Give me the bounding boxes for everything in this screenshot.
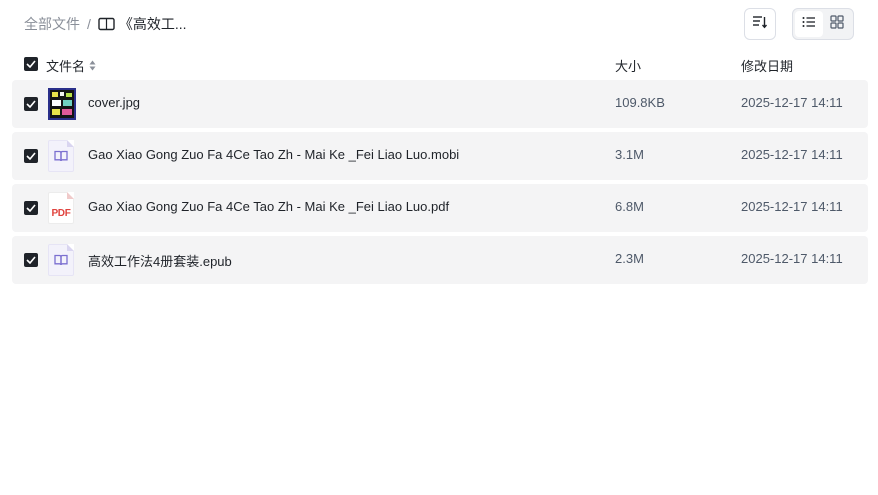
row-checkbox[interactable]: [24, 97, 38, 111]
file-name[interactable]: Gao Xiao Gong Zuo Fa 4Ce Tao Zh - Mai Ke…: [88, 147, 459, 162]
column-header-name-label: 文件名: [46, 59, 86, 74]
sort-button[interactable]: [744, 8, 776, 40]
breadcrumb-current-folder: 《高效工...: [118, 16, 187, 32]
list-view-icon: [802, 15, 816, 33]
file-row[interactable]: Gao Xiao Gong Zuo Fa 4Ce Tao Zh - Mai Ke…: [12, 132, 868, 180]
image-thumbnail: [48, 88, 76, 120]
pdf-label: PDF: [51, 208, 71, 219]
file-row[interactable]: 高效工作法4册套装.epub 2.3M 2025-12-17 14:11: [12, 236, 868, 284]
file-size: 109.8KB: [615, 95, 665, 110]
file-list: cover.jpg 109.8KB 2025-12-17 14:11 Gao X…: [12, 80, 868, 288]
sort-icon: [752, 15, 768, 34]
file-modified-date: 2025-12-17 14:11: [741, 147, 843, 162]
column-header-date[interactable]: 修改日期: [741, 56, 793, 75]
sort-caret-icon: [89, 60, 96, 71]
grid-view-icon: [830, 14, 844, 34]
breadcrumb-separator: /: [87, 16, 91, 32]
list-view-button[interactable]: [795, 11, 823, 37]
breadcrumb: 全部文件 / 《高效工...: [24, 14, 187, 34]
file-row[interactable]: PDF Gao Xiao Gong Zuo Fa 4Ce Tao Zh - Ma…: [12, 184, 868, 232]
file-size: 6.8M: [615, 199, 644, 214]
column-header-name[interactable]: 文件名: [46, 56, 96, 75]
table-header: 文件名 大小 修改日期: [12, 52, 868, 76]
ebook-file-icon: [48, 244, 76, 276]
book-icon: [98, 17, 115, 31]
file-modified-date: 2025-12-17 14:11: [741, 251, 843, 266]
file-name[interactable]: 高效工作法4册套装.epub: [88, 251, 232, 270]
file-name[interactable]: cover.jpg: [88, 95, 140, 110]
view-mode-switch: [792, 8, 854, 40]
file-size: 2.3M: [615, 251, 644, 266]
pdf-file-icon: PDF: [48, 192, 76, 224]
row-checkbox[interactable]: [24, 253, 38, 267]
row-checkbox[interactable]: [24, 149, 38, 163]
file-modified-date: 2025-12-17 14:11: [741, 95, 843, 110]
file-modified-date: 2025-12-17 14:11: [741, 199, 843, 214]
file-row[interactable]: cover.jpg 109.8KB 2025-12-17 14:11: [12, 80, 868, 128]
column-header-size[interactable]: 大小: [615, 56, 641, 75]
breadcrumb-root-link[interactable]: 全部文件: [24, 14, 80, 34]
row-checkbox[interactable]: [24, 201, 38, 215]
file-size: 3.1M: [615, 147, 644, 162]
grid-view-button[interactable]: [823, 11, 851, 37]
file-name[interactable]: Gao Xiao Gong Zuo Fa 4Ce Tao Zh - Mai Ke…: [88, 199, 449, 214]
select-all-checkbox[interactable]: [24, 57, 38, 71]
ebook-file-icon: [48, 140, 76, 172]
